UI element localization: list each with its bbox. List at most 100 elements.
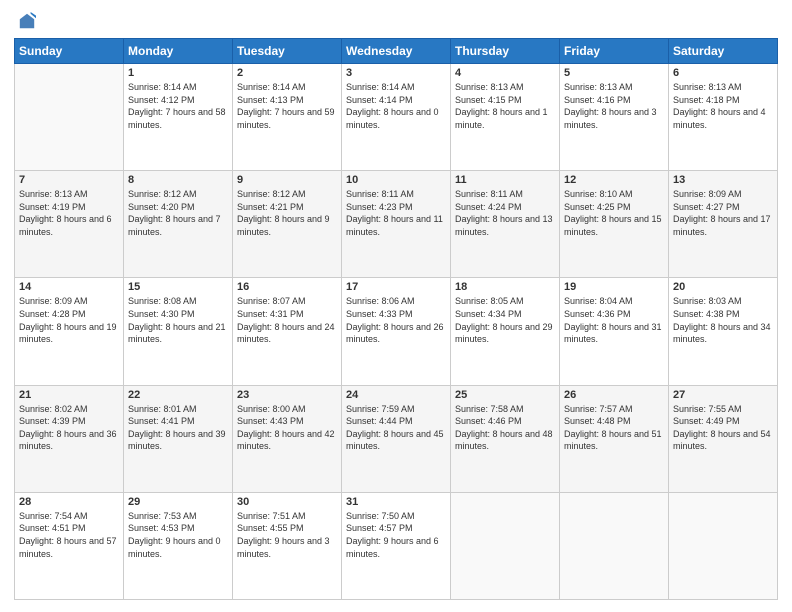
- calendar-cell: 10 Sunrise: 8:11 AMSunset: 4:23 PMDayligh…: [342, 171, 451, 278]
- day-info: Sunrise: 7:50 AMSunset: 4:57 PMDaylight:…: [346, 510, 446, 560]
- calendar-table: SundayMondayTuesdayWednesdayThursdayFrid…: [14, 38, 778, 600]
- day-info: Sunrise: 8:14 AMSunset: 4:13 PMDaylight:…: [237, 81, 337, 131]
- calendar-week-row: 21 Sunrise: 8:02 AMSunset: 4:39 PMDayligh…: [15, 385, 778, 492]
- calendar-header-friday: Friday: [560, 39, 669, 64]
- day-info: Sunrise: 8:11 AMSunset: 4:23 PMDaylight:…: [346, 188, 446, 238]
- day-number: 19: [564, 281, 664, 293]
- day-number: 21: [19, 389, 119, 401]
- day-info: Sunrise: 8:10 AMSunset: 4:25 PMDaylight:…: [564, 188, 664, 238]
- calendar-cell: [451, 492, 560, 599]
- calendar-cell: 7 Sunrise: 8:13 AMSunset: 4:19 PMDaylight…: [15, 171, 124, 278]
- day-info: Sunrise: 8:08 AMSunset: 4:30 PMDaylight:…: [128, 295, 228, 345]
- day-number: 22: [128, 389, 228, 401]
- day-number: 5: [564, 67, 664, 79]
- day-info: Sunrise: 8:09 AMSunset: 4:28 PMDaylight:…: [19, 295, 119, 345]
- day-info: Sunrise: 8:02 AMSunset: 4:39 PMDaylight:…: [19, 403, 119, 453]
- day-info: Sunrise: 8:07 AMSunset: 4:31 PMDaylight:…: [237, 295, 337, 345]
- day-number: 8: [128, 174, 228, 186]
- calendar-header-monday: Monday: [124, 39, 233, 64]
- day-info: Sunrise: 8:13 AMSunset: 4:15 PMDaylight:…: [455, 81, 555, 131]
- day-info: Sunrise: 8:00 AMSunset: 4:43 PMDaylight:…: [237, 403, 337, 453]
- page-container: SundayMondayTuesdayWednesdayThursdayFrid…: [0, 0, 792, 612]
- calendar-cell: 5 Sunrise: 8:13 AMSunset: 4:16 PMDaylight…: [560, 64, 669, 171]
- calendar-cell: 29Sunrise: 7:53 AMSunset: 4:53 PMDayligh…: [124, 492, 233, 599]
- day-number: 4: [455, 67, 555, 79]
- calendar-header-wednesday: Wednesday: [342, 39, 451, 64]
- day-number: 27: [673, 389, 773, 401]
- day-number: 14: [19, 281, 119, 293]
- day-number: 11: [455, 174, 555, 186]
- calendar-cell: 22 Sunrise: 8:01 AMSunset: 4:41 PMDayligh…: [124, 385, 233, 492]
- day-number: 7: [19, 174, 119, 186]
- day-number: 23: [237, 389, 337, 401]
- calendar-cell: 18 Sunrise: 8:05 AMSunset: 4:34 PMDayligh…: [451, 278, 560, 385]
- day-number: 28: [19, 496, 119, 508]
- day-info: Sunrise: 8:03 AMSunset: 4:38 PMDaylight:…: [673, 295, 773, 345]
- day-info: Sunrise: 8:14 AMSunset: 4:12 PMDaylight:…: [128, 81, 228, 131]
- calendar-cell: 11Sunrise: 8:11 AMSunset: 4:24 PMDayligh…: [451, 171, 560, 278]
- day-number: 3: [346, 67, 446, 79]
- day-number: 9: [237, 174, 337, 186]
- day-info: Sunrise: 7:59 AMSunset: 4:44 PMDaylight:…: [346, 403, 446, 453]
- calendar-header-sunday: Sunday: [15, 39, 124, 64]
- calendar-week-row: 7 Sunrise: 8:13 AMSunset: 4:19 PMDaylight…: [15, 171, 778, 278]
- day-info: Sunrise: 7:57 AMSunset: 4:48 PMDaylight:…: [564, 403, 664, 453]
- day-info: Sunrise: 8:12 AMSunset: 4:20 PMDaylight:…: [128, 188, 228, 238]
- day-info: Sunrise: 8:13 AMSunset: 4:18 PMDaylight:…: [673, 81, 773, 131]
- calendar-cell: [15, 64, 124, 171]
- calendar-cell: 15 Sunrise: 8:08 AMSunset: 4:30 PMDayligh…: [124, 278, 233, 385]
- calendar-cell: 31 Sunrise: 7:50 AMSunset: 4:57 PMDayligh…: [342, 492, 451, 599]
- day-info: Sunrise: 8:12 AMSunset: 4:21 PMDaylight:…: [237, 188, 337, 238]
- day-info: Sunrise: 8:13 AMSunset: 4:19 PMDaylight:…: [19, 188, 119, 238]
- day-number: 31: [346, 496, 446, 508]
- calendar-cell: 8 Sunrise: 8:12 AMSunset: 4:20 PMDaylight…: [124, 171, 233, 278]
- day-number: 15: [128, 281, 228, 293]
- calendar-cell: 4 Sunrise: 8:13 AMSunset: 4:15 PMDaylight…: [451, 64, 560, 171]
- day-info: Sunrise: 7:58 AMSunset: 4:46 PMDaylight:…: [455, 403, 555, 453]
- day-number: 18: [455, 281, 555, 293]
- calendar-cell: 28 Sunrise: 7:54 AMSunset: 4:51 PMDayligh…: [15, 492, 124, 599]
- calendar-cell: 19Sunrise: 8:04 AMSunset: 4:36 PMDayligh…: [560, 278, 669, 385]
- day-number: 17: [346, 281, 446, 293]
- calendar-week-row: 1 Sunrise: 8:14 AMSunset: 4:12 PMDaylight…: [15, 64, 778, 171]
- calendar-cell: 9 Sunrise: 8:12 AMSunset: 4:21 PMDaylight…: [233, 171, 342, 278]
- calendar-cell: 26Sunrise: 7:57 AMSunset: 4:48 PMDayligh…: [560, 385, 669, 492]
- calendar-cell: 1 Sunrise: 8:14 AMSunset: 4:12 PMDaylight…: [124, 64, 233, 171]
- day-info: Sunrise: 8:14 AMSunset: 4:14 PMDaylight:…: [346, 81, 446, 131]
- day-info: Sunrise: 8:01 AMSunset: 4:41 PMDaylight:…: [128, 403, 228, 453]
- calendar-cell: [669, 492, 778, 599]
- calendar-cell: 17 Sunrise: 8:06 AMSunset: 4:33 PMDayligh…: [342, 278, 451, 385]
- calendar-week-row: 14 Sunrise: 8:09 AMSunset: 4:28 PMDayligh…: [15, 278, 778, 385]
- logo-icon: [18, 12, 36, 30]
- day-number: 12: [564, 174, 664, 186]
- calendar-cell: 30 Sunrise: 7:51 AMSunset: 4:55 PMDayligh…: [233, 492, 342, 599]
- calendar-cell: 27 Sunrise: 7:55 AMSunset: 4:49 PMDayligh…: [669, 385, 778, 492]
- day-info: Sunrise: 8:06 AMSunset: 4:33 PMDaylight:…: [346, 295, 446, 345]
- day-number: 2: [237, 67, 337, 79]
- header: [14, 12, 778, 30]
- calendar-cell: 21 Sunrise: 8:02 AMSunset: 4:39 PMDayligh…: [15, 385, 124, 492]
- day-info: Sunrise: 7:51 AMSunset: 4:55 PMDaylight:…: [237, 510, 337, 560]
- day-info: Sunrise: 8:13 AMSunset: 4:16 PMDaylight:…: [564, 81, 664, 131]
- calendar-cell: 16Sunrise: 8:07 AMSunset: 4:31 PMDayligh…: [233, 278, 342, 385]
- day-info: Sunrise: 7:53 AMSunset: 4:53 PMDaylight:…: [128, 510, 228, 560]
- day-info: Sunrise: 7:54 AMSunset: 4:51 PMDaylight:…: [19, 510, 119, 560]
- day-number: 6: [673, 67, 773, 79]
- day-number: 25: [455, 389, 555, 401]
- calendar-week-row: 28 Sunrise: 7:54 AMSunset: 4:51 PMDayligh…: [15, 492, 778, 599]
- calendar-cell: 13Sunrise: 8:09 AMSunset: 4:27 PMDayligh…: [669, 171, 778, 278]
- calendar-header-saturday: Saturday: [669, 39, 778, 64]
- calendar-cell: 12 Sunrise: 8:10 AMSunset: 4:25 PMDayligh…: [560, 171, 669, 278]
- calendar-cell: 14 Sunrise: 8:09 AMSunset: 4:28 PMDayligh…: [15, 278, 124, 385]
- calendar-header-thursday: Thursday: [451, 39, 560, 64]
- logo: [14, 12, 38, 30]
- calendar-header-row: SundayMondayTuesdayWednesdayThursdayFrid…: [15, 39, 778, 64]
- day-number: 10: [346, 174, 446, 186]
- day-number: 1: [128, 67, 228, 79]
- calendar-header-tuesday: Tuesday: [233, 39, 342, 64]
- calendar-cell: 2 Sunrise: 8:14 AMSunset: 4:13 PMDaylight…: [233, 64, 342, 171]
- day-info: Sunrise: 7:55 AMSunset: 4:49 PMDaylight:…: [673, 403, 773, 453]
- day-info: Sunrise: 8:05 AMSunset: 4:34 PMDaylight:…: [455, 295, 555, 345]
- day-number: 30: [237, 496, 337, 508]
- logo-text: [14, 12, 38, 30]
